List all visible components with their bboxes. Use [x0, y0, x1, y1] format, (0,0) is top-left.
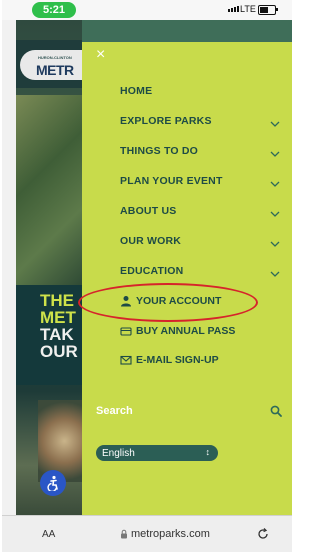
buy-annual-pass-link[interactable]: BUY ANNUAL PASS: [120, 323, 235, 339]
status-bar: 5:21 LTE: [2, 0, 292, 20]
network-label: LTE: [240, 4, 256, 14]
chevron-down-icon[interactable]: [270, 176, 280, 187]
updown-chevron-icon: ↕: [205, 447, 211, 457]
lock-icon: [121, 529, 127, 539]
nav-item-things-to-do[interactable]: THINGS TO DO: [120, 145, 198, 163]
text-size-button[interactable]: AA: [42, 529, 55, 540]
chevron-down-icon[interactable]: [270, 236, 280, 247]
email-signup-link[interactable]: E-MAIL SIGN-UP: [120, 352, 219, 368]
chevron-down-icon[interactable]: [270, 146, 280, 157]
email-signup-label: E-MAIL SIGN-UP: [136, 354, 219, 366]
browser-address-bar: AA metroparks.com: [2, 515, 292, 552]
language-select[interactable]: English ↕: [96, 445, 218, 461]
signal-icon: [228, 6, 239, 12]
menu-top-bar: [82, 20, 292, 42]
close-menu-button[interactable]: ×: [96, 47, 110, 63]
nav-item-education[interactable]: EDUCATION: [120, 265, 183, 283]
headline-line: MET: [40, 308, 76, 327]
nav-item-home[interactable]: HOME: [120, 85, 152, 103]
language-selected-value: English: [102, 447, 135, 459]
chevron-down-icon[interactable]: [270, 206, 280, 217]
battery-tip: [276, 8, 278, 11]
hero-image: [16, 95, 82, 285]
nav-item-our-work[interactable]: OUR WORK: [120, 235, 181, 253]
headline-line: TAK: [40, 325, 74, 344]
url-field[interactable]: metroparks.com: [120, 528, 210, 540]
logo-small-text: HURON-CLINTON: [38, 55, 72, 60]
accessibility-button[interactable]: [40, 470, 66, 496]
ticket-icon: [120, 327, 132, 336]
buy-annual-pass-label: BUY ANNUAL PASS: [136, 325, 236, 337]
nav-item-plan-your-event[interactable]: PLAN YOUR EVENT: [120, 175, 223, 193]
headline-line: OUR: [40, 342, 78, 361]
phone-screen: 5:21 LTE HURON-CLINTON METR THE MET TAK …: [2, 0, 292, 552]
status-time: 5:21: [32, 2, 76, 18]
reload-icon[interactable]: [256, 527, 270, 541]
envelope-icon: [120, 355, 132, 365]
battery-icon: [258, 5, 276, 15]
search-icon[interactable]: [270, 404, 282, 417]
accessibility-icon: [47, 475, 58, 491]
feature-photo: [38, 400, 82, 482]
nav-item-explore-parks[interactable]: EXPLORE PARKS: [120, 115, 212, 133]
highlight-annotation: [78, 283, 258, 322]
chevron-down-icon[interactable]: [270, 266, 280, 277]
url-text: metroparks.com: [131, 528, 210, 540]
logo-text: METR: [36, 62, 74, 78]
search-label[interactable]: Search: [96, 405, 133, 417]
chevron-down-icon[interactable]: [270, 116, 280, 127]
nav-item-about-us[interactable]: ABOUT US: [120, 205, 176, 223]
